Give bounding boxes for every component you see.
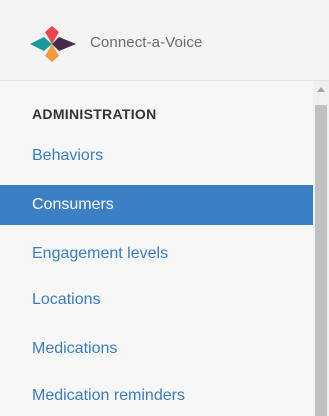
sidebar-item-engagement-levels[interactable]: Engagement levels: [0, 234, 313, 274]
connect-a-voice-logo-icon[interactable]: [26, 24, 86, 64]
sidebar-item-consumers[interactable]: Consumers: [0, 185, 313, 225]
sidebar-item-medications[interactable]: Medications: [0, 329, 313, 369]
sidebar-scrollbar[interactable]: [313, 81, 329, 416]
sidebar-item-locations[interactable]: Locations: [0, 280, 313, 320]
sidebar-item-label: Behaviors: [32, 147, 104, 164]
sidebar-item-behaviors[interactable]: Behaviors: [0, 136, 313, 176]
sidebar-item-medication-reminders[interactable]: Medication reminders: [0, 376, 313, 416]
app-window: Connect-a-Voice ADMINISTRATION Behaviors…: [0, 0, 329, 416]
brand-header: Connect-a-Voice: [0, 0, 329, 81]
sidebar-item-label: Locations: [32, 291, 101, 308]
sidebar-item-label: Medications: [32, 340, 118, 357]
sidebar-item-label: Consumers: [32, 196, 114, 213]
brand-name: Connect-a-Voice: [90, 34, 203, 51]
scroll-up-arrow-icon[interactable]: [317, 87, 325, 92]
sidebar-item-label: Engagement levels: [32, 245, 169, 262]
sidebar-item-label: Medication reminders: [32, 387, 185, 404]
scrollbar-thumb[interactable]: [315, 105, 327, 416]
nav-section-heading: ADMINISTRATION: [32, 106, 157, 122]
sidebar-nav: ADMINISTRATION Behaviors Consumers Engag…: [0, 81, 313, 416]
